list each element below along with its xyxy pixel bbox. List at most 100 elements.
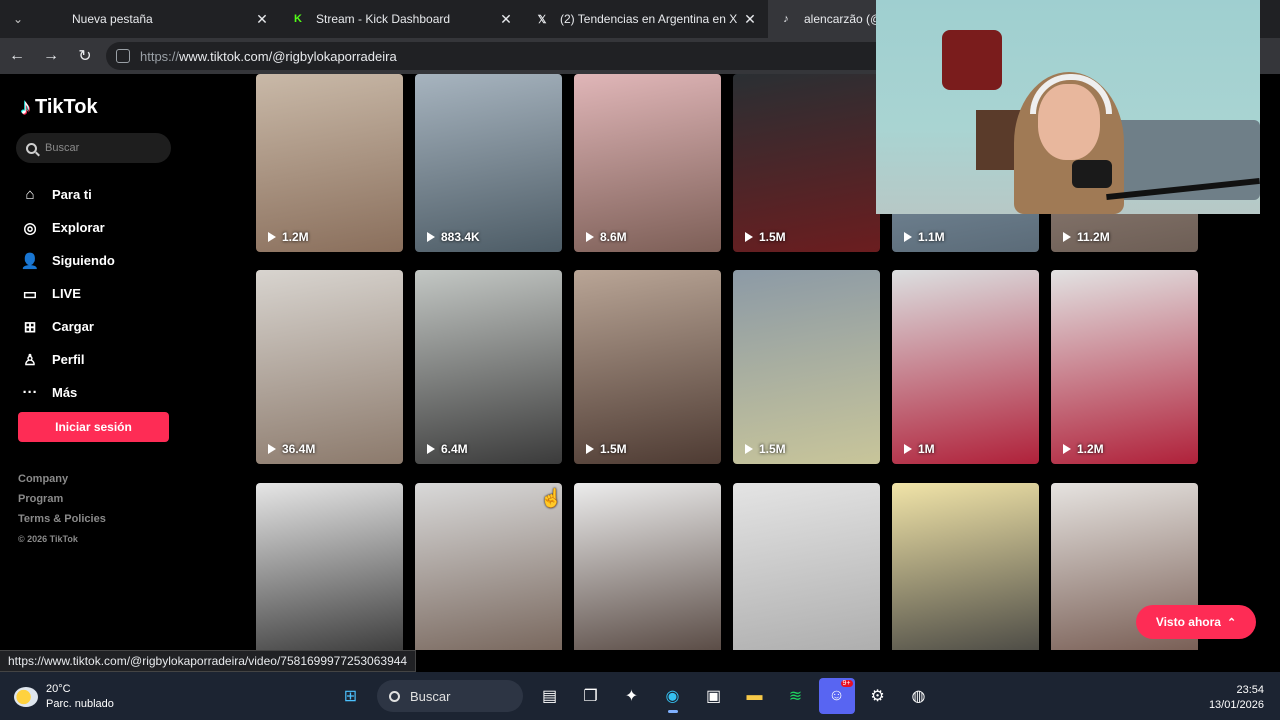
- windows-start-glyph: ⊞: [343, 688, 358, 705]
- search-input[interactable]: Buscar: [16, 133, 171, 163]
- search-placeholder: Buscar: [45, 142, 80, 154]
- task-view-icon[interactable]: ❐: [573, 678, 609, 714]
- tiktok-logo[interactable]: ♪ TikTok: [20, 94, 98, 120]
- url-host: www.tiktok.com: [179, 48, 269, 64]
- browser-tab[interactable]: 𝕏 (2) Tendencias en Argentina en X ✕: [524, 0, 768, 38]
- browser-tab[interactable]: K Stream - Kick Dashboard ✕: [280, 0, 524, 38]
- video-thumbnail: [574, 483, 721, 650]
- video-card[interactable]: 3.4M: [574, 483, 721, 650]
- nav-item-live[interactable]: ▭ LIVE: [20, 277, 115, 310]
- search-icon: [26, 142, 37, 154]
- footer-link-program[interactable]: Program: [18, 492, 106, 512]
- video-thumbnail: [733, 483, 880, 650]
- copilot-glyph: ✦: [624, 688, 639, 705]
- visto-ahora-button[interactable]: Visto ahora ⌃: [1136, 605, 1256, 639]
- file-explorer-icon[interactable]: ▬: [737, 678, 773, 714]
- back-arrow-icon[interactable]: ←: [0, 38, 34, 74]
- nav-item-label: Cargar: [52, 319, 94, 334]
- reload-icon[interactable]: ↻: [68, 38, 102, 74]
- nav-item-perfil[interactable]: ♙ Perfil: [20, 343, 115, 376]
- obs-glyph: ◍: [911, 688, 926, 705]
- store-glyph: ▣: [705, 688, 722, 705]
- browser-tab[interactable]: Nueva pestaña ✕: [36, 0, 280, 38]
- video-card[interactable]: 8.6M: [574, 74, 721, 252]
- video-card[interactable]: 883.4K: [415, 74, 562, 252]
- view-count-text: 1.5M: [759, 230, 786, 244]
- play-icon: [427, 232, 435, 242]
- tab-list-chevron-icon[interactable]: ⌄: [0, 0, 36, 38]
- site-info-icon[interactable]: [116, 49, 130, 63]
- video-card[interactable]: 1.1M: [733, 483, 880, 650]
- tab-close-icon[interactable]: ✕: [498, 11, 514, 28]
- view-count-text: 883.4K: [441, 230, 480, 244]
- tab-close-icon[interactable]: ✕: [742, 11, 758, 28]
- nav-item-siguiendo[interactable]: 👤 Siguiendo: [20, 244, 115, 277]
- video-card[interactable]: 1.2M: [256, 74, 403, 252]
- nav-item-label: Siguiendo: [52, 253, 115, 268]
- spotify-icon[interactable]: ≋: [778, 678, 814, 714]
- view-count-text: 1.5M: [600, 442, 627, 456]
- store-icon[interactable]: ▣: [696, 678, 732, 714]
- video-card[interactable]: 1M: [892, 483, 1039, 650]
- nav-item-label: Perfil: [52, 352, 85, 367]
- steam-icon[interactable]: ⚙: [860, 678, 896, 714]
- video-card[interactable]: 1.5M: [733, 270, 880, 464]
- video-card[interactable]: 6.4M: [415, 270, 562, 464]
- nav-item-label: LIVE: [52, 286, 81, 301]
- nav-item-explorar[interactable]: ◎ Explorar: [20, 211, 115, 244]
- system-clock[interactable]: 23:54 13/01/2026: [1209, 683, 1264, 713]
- link-status-url: https://www.tiktok.com/@rigbylokaporrade…: [0, 650, 417, 672]
- taskbar-search[interactable]: Buscar: [377, 680, 523, 712]
- nav-item-para-ti[interactable]: ⌂ Para ti: [20, 178, 115, 211]
- video-card[interactable]: 1.5M: [574, 270, 721, 464]
- play-icon: [1063, 444, 1071, 454]
- video-thumbnail: [892, 483, 1039, 650]
- discord-icon[interactable]: ☺ 9+: [818, 678, 855, 714]
- login-button[interactable]: Iniciar sesión: [18, 412, 169, 442]
- view-count-text: 1M: [918, 442, 935, 456]
- view-count: 8.6M: [586, 230, 627, 244]
- view-count-text: 1.2M: [1077, 442, 1104, 456]
- copilot-icon[interactable]: ✦: [614, 678, 650, 714]
- play-icon: [1063, 232, 1071, 242]
- weather-widget[interactable]: 20°C Parc. nublado: [14, 682, 114, 712]
- widgets-icon[interactable]: ▤: [532, 678, 568, 714]
- steam-glyph: ⚙: [870, 688, 885, 705]
- tab-close-icon[interactable]: ✕: [254, 11, 270, 28]
- profile-icon: ♙: [23, 351, 37, 369]
- hand-cursor-icon: ☝: [540, 488, 563, 508]
- edge-icon[interactable]: ◉: [655, 678, 691, 714]
- double-chevron-up-icon: ⌃: [1226, 616, 1237, 629]
- home-icon: ⌂: [25, 186, 35, 203]
- following-icon: 👤: [20, 252, 40, 270]
- tiktok-note-icon: ♪: [20, 94, 31, 119]
- nav-item-más[interactable]: ··· Más: [20, 376, 115, 409]
- play-icon: [745, 232, 753, 242]
- obs-icon[interactable]: ◍: [901, 678, 937, 714]
- view-count: 1.5M: [745, 230, 786, 244]
- video-card[interactable]: 36.4M: [256, 270, 403, 464]
- view-count: 1.5M: [745, 442, 786, 456]
- view-count-text: 1.5M: [759, 442, 786, 456]
- notification-badge: 9+: [840, 680, 853, 687]
- url-prefix: https://: [140, 48, 180, 64]
- video-thumbnail: [733, 270, 880, 464]
- file-explorer-glyph: ▬: [746, 687, 763, 704]
- video-card[interactable]: 1M: [892, 270, 1039, 464]
- video-card[interactable]: [256, 483, 403, 650]
- forward-arrow-icon[interactable]: →: [34, 38, 68, 74]
- footer-link-terms[interactable]: Terms & Policies: [18, 512, 106, 532]
- play-icon: [745, 444, 753, 454]
- compass-icon: ◎: [23, 219, 37, 237]
- partly-cloudy-icon: [14, 687, 38, 707]
- copyright: © 2026 TikTok: [18, 534, 78, 544]
- tiktok-sidebar: ♪ TikTok Buscar ⌂ Para ti ◎ Explorar 👤 Siguie…: [0, 74, 240, 650]
- video-card[interactable]: 1.2M: [1051, 270, 1198, 464]
- nav-item-label: Explorar: [52, 220, 105, 235]
- tab-title: Stream - Kick Dashboard: [316, 12, 451, 26]
- windows-start-icon[interactable]: ⊞: [333, 678, 369, 714]
- footer-link-company[interactable]: Company: [18, 472, 106, 492]
- video-card[interactable]: 1.5M: [733, 74, 880, 252]
- view-count: 1.2M: [1063, 442, 1104, 456]
- nav-item-cargar[interactable]: ⊞ Cargar: [20, 310, 115, 343]
